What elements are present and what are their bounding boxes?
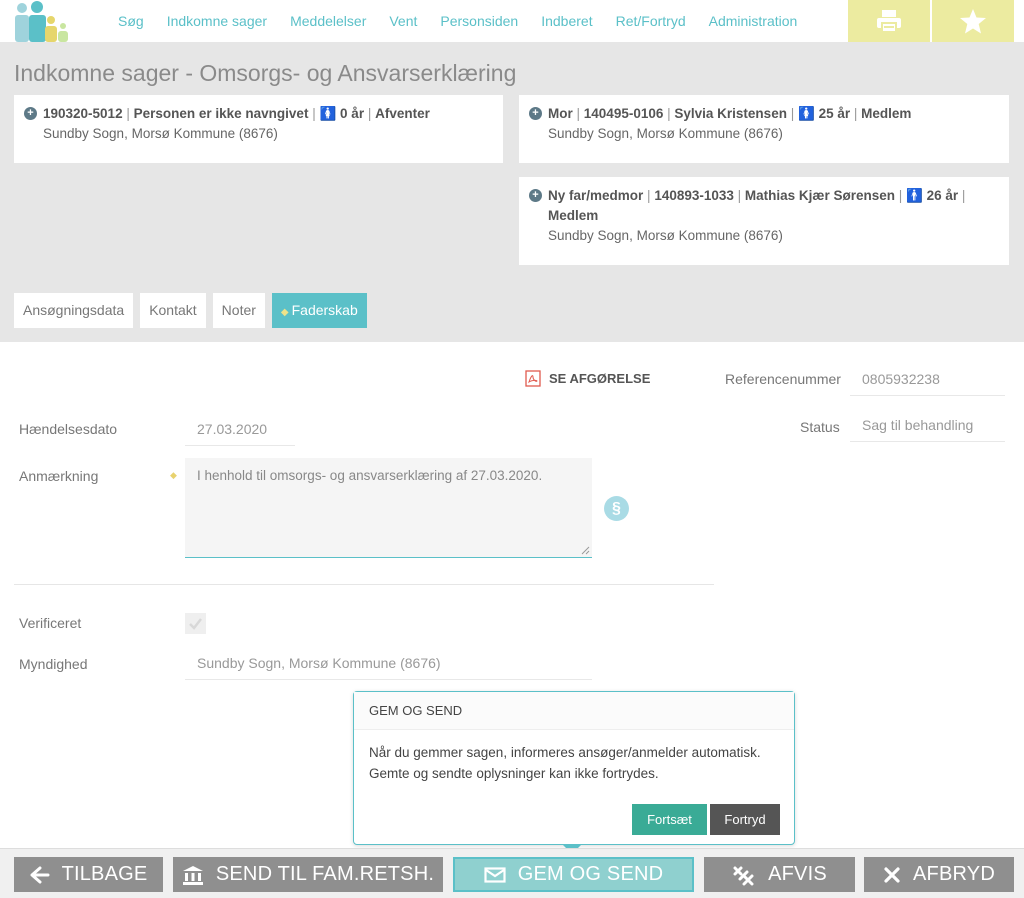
save-send-label: GEM OG SEND [517, 863, 664, 885]
authority-label: Myndighed [19, 656, 88, 672]
top-navigation: Søg Indkomne sager Meddelelser Vent Pers… [0, 0, 1024, 42]
send-famret-label: SEND TIL FAM.RETSH. [215, 863, 435, 885]
send-famret-button[interactable]: SEND TIL FAM.RETSH. [173, 857, 443, 892]
nav-vent[interactable]: Vent [389, 13, 417, 29]
father-id: 140893-1033 [654, 188, 734, 203]
remark-textarea[interactable]: I henhold til omsorgs- og ansvarserklæri… [185, 458, 592, 558]
event-date-value: 27.03.2020 [185, 412, 295, 446]
tab-noter[interactable]: Noter [212, 293, 265, 328]
status-label: Status [800, 419, 840, 435]
father-card[interactable]: + Ny far/medmor | 140893-1033 | Mathias … [519, 177, 1009, 265]
pdf-icon [525, 370, 541, 387]
printer-icon [877, 10, 901, 33]
mother-role: Mor [548, 106, 573, 121]
form-divider [14, 584, 714, 585]
child-place: Sundby Sogn, Morsø Kommune (8676) [43, 126, 278, 141]
favorite-button[interactable] [932, 0, 1014, 42]
paragraph-icon[interactable]: § [604, 496, 629, 521]
reference-label: Referencenummer [725, 371, 841, 387]
save-send-popover: GEM OG SEND Når du gemmer sagen, informe… [353, 691, 795, 854]
abort-label: AFBRYD [913, 863, 995, 885]
cancel-button[interactable]: Fortryd [710, 804, 780, 835]
popover-body: Når du gemmer sagen, informeres ansøger/… [354, 730, 794, 784]
tab-bar: Ansøgningsdata Kontakt Noter ◆ Faderskab [14, 293, 374, 328]
father-age: 26 år [926, 188, 959, 203]
abort-button[interactable]: AFBRYD [864, 857, 1014, 892]
case-header: Indkomne sager - Omsorgs- og Ansvarserkl… [0, 42, 1024, 342]
verified-label: Verificeret [19, 615, 82, 631]
mother-status: Medlem [861, 106, 912, 121]
expand-plus-icon[interactable]: + [529, 189, 542, 202]
popover-line-2: Gemte og sendte oplysninger kan ikke for… [369, 766, 659, 781]
star-icon [960, 8, 986, 33]
broken-link-icon [733, 866, 754, 885]
mother-name: Sylvia Kristensen [674, 106, 787, 121]
resize-grip-icon[interactable] [581, 546, 590, 555]
tab-faderskab[interactable]: ◆ Faderskab [271, 293, 367, 328]
close-icon [884, 866, 900, 883]
nav-soeg[interactable]: Søg [118, 13, 144, 29]
nav-administration[interactable]: Administration [709, 13, 798, 29]
main-menu: Søg Indkomne sager Meddelelser Vent Pers… [118, 0, 820, 42]
status-value: Sag til behandling [850, 408, 1005, 442]
nav-indkomne-sager[interactable]: Indkomne sager [167, 13, 267, 29]
mother-card[interactable]: + Mor | 140495-0106 | Sylvia Kristensen … [519, 95, 1009, 163]
father-place: Sundby Sogn, Morsø Kommune (8676) [548, 228, 783, 243]
remark-text: I henhold til omsorgs- og ansvarserklæri… [197, 468, 543, 483]
envelope-icon [484, 866, 506, 883]
popover-title: GEM OG SEND [354, 692, 794, 730]
tab-ansoegningsdata[interactable]: Ansøgningsdata [14, 293, 134, 328]
authority-value: Sundby Sogn, Morsø Kommune (8676) [185, 646, 592, 680]
continue-button[interactable]: Fortsæt [632, 804, 707, 835]
action-bar: TILBAGE SEND TIL FAM.RETSH. GEM OG SEND … [0, 848, 1024, 898]
tab-faderskab-label: Faderskab [291, 302, 358, 318]
child-id: 190320-5012 [43, 106, 123, 121]
father-name: Mathias Kjær Sørensen [744, 188, 895, 203]
see-decision-link[interactable]: SE AFGØRELSE [525, 370, 650, 387]
save-send-button[interactable]: GEM OG SEND [453, 857, 694, 892]
father-role: Ny far/medmor [548, 188, 644, 203]
bank-icon [182, 865, 203, 885]
arrow-left-icon [30, 866, 50, 883]
female-person-icon: 🚺 [319, 106, 337, 121]
nav-ret-fortryd[interactable]: Ret/Fortryd [616, 13, 686, 29]
mother-age: 25 år [818, 106, 851, 121]
page-title: Indkomne sager - Omsorgs- og Ansvarserkl… [14, 60, 517, 86]
reject-label: AFVIS [768, 863, 827, 885]
print-button[interactable] [848, 0, 930, 42]
expand-plus-icon[interactable]: + [24, 107, 37, 120]
family-logo-icon[interactable] [12, 0, 70, 42]
event-date-label: Hændelsesdato [19, 421, 118, 437]
nav-indberet[interactable]: Indberet [541, 13, 592, 29]
child-card[interactable]: + 190320-5012 | Personen er ikke navngiv… [14, 95, 503, 163]
expand-plus-icon[interactable]: + [529, 107, 542, 120]
child-name: Personen er ikke navngivet [133, 106, 309, 121]
father-status: Medlem [548, 208, 599, 223]
tab-kontakt[interactable]: Kontakt [140, 293, 206, 328]
nav-personsiden[interactable]: Personsiden [440, 13, 518, 29]
reject-button[interactable]: AFVIS [704, 857, 855, 892]
female-person-icon: 🚺 [797, 106, 815, 121]
see-decision-label: SE AFGØRELSE [549, 371, 651, 386]
child-status: Afventer [375, 106, 430, 121]
male-person-icon: 🚹 [906, 188, 923, 203]
mother-place: Sundby Sogn, Morsø Kommune (8676) [548, 126, 783, 141]
reference-value: 0805932238 [850, 362, 1005, 396]
checkmark-icon [189, 618, 202, 630]
back-label: TILBAGE [61, 863, 148, 885]
required-diamond-icon: ◆ [170, 470, 177, 480]
verified-checkbox[interactable] [185, 613, 206, 634]
child-age: 0 år [340, 106, 365, 121]
remark-label: Anmærkning [19, 468, 99, 484]
nav-meddelelser[interactable]: Meddelelser [290, 13, 366, 29]
diamond-icon: ◆ [280, 307, 289, 318]
mother-id: 140495-0106 [583, 106, 664, 121]
back-button[interactable]: TILBAGE [14, 857, 163, 892]
popover-line-1: Når du gemmer sagen, informeres ansøger/… [369, 745, 761, 760]
